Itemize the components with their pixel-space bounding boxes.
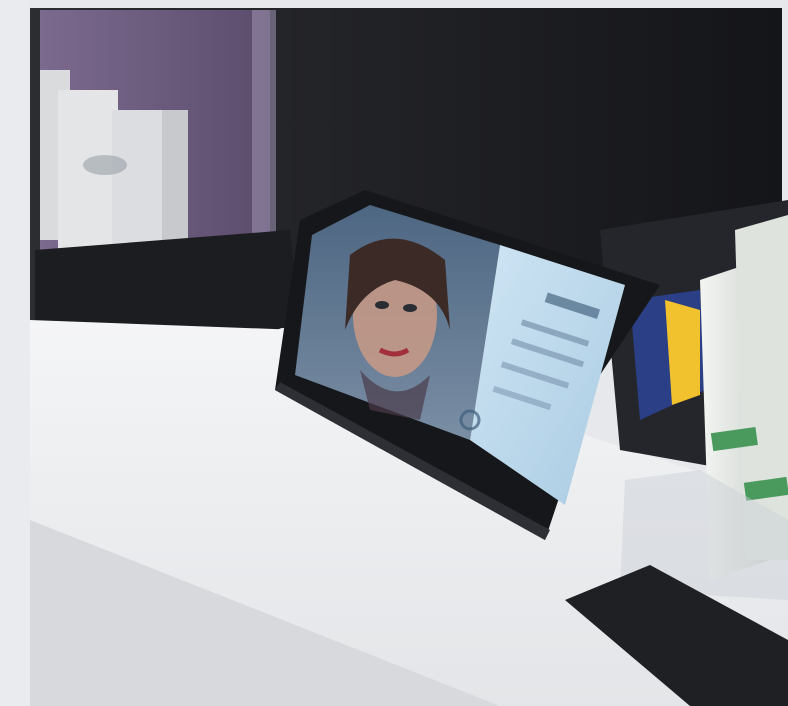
photo-scene [0,0,788,706]
brochure-card-2 [58,90,118,270]
left-margin [0,0,30,706]
brochure-card-4 [162,110,188,250]
portrait-eye-right [403,304,417,312]
brochure-print-mark [83,155,127,175]
portrait-eye-left [375,301,389,309]
purple-display-edge [252,10,276,260]
scene-illustration [0,0,788,706]
